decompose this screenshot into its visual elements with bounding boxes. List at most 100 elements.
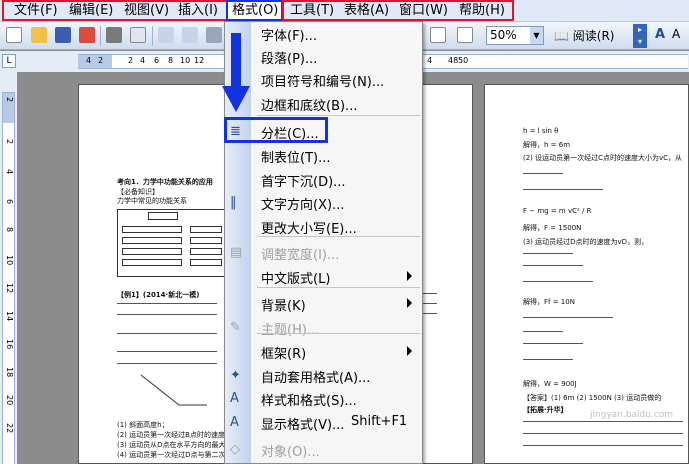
doc-question: (1) 斜面高度h； [117, 421, 169, 429]
chevron-down-icon[interactable]: ▼ [530, 27, 543, 44]
toolbar-separator [152, 26, 153, 46]
menu-item-7[interactable]: ‖ 文字方向(X)... [225, 191, 422, 214]
menu-item-label: 制表位(T)... [261, 151, 331, 166]
menu-item-17[interactable]: ◇ 对象(O)... [225, 438, 422, 461]
menu-item-12[interactable]: ✎ 主题(H)... [225, 316, 422, 339]
ruler-tick: 4 [86, 56, 92, 65]
menu-item-label: 自动套用格式(A)... [261, 371, 371, 386]
menu-item-11[interactable]: 背景(K) [225, 292, 422, 315]
menu-help[interactable]: 帮助(H) [456, 2, 508, 20]
menu-item-label: 边框和底纹(B)... [261, 99, 358, 114]
styles-icon[interactable]: A [655, 27, 665, 42]
submenu-arrow-icon [407, 271, 412, 281]
spelling-icon[interactable] [158, 27, 174, 43]
menu-item-15[interactable]: A 样式和格式(S)... [225, 387, 422, 410]
menu-item-label: 字体(F)... [261, 29, 318, 44]
vruler-tick: 14 [5, 311, 14, 322]
doc-diagram [117, 209, 227, 277]
autoformat-icon: ✦ [230, 368, 241, 383]
menu-item-label: 调整宽度(I)... [261, 248, 340, 263]
read-button[interactable]: 📖 阅读(R) [552, 26, 614, 46]
doc-text-line [117, 333, 217, 334]
print-preview-icon[interactable] [130, 27, 146, 43]
menu-format[interactable]: 格式(O) [229, 2, 281, 20]
doc-text-line [117, 303, 217, 304]
cut-icon[interactable] [206, 27, 222, 43]
save-icon[interactable] [55, 27, 71, 43]
ruler-tick: 4 [427, 56, 433, 65]
menu-file[interactable]: 文件(F) [11, 2, 61, 20]
vruler-tick: 18 [5, 367, 14, 378]
watermark: jingyan.baidu.com [590, 410, 674, 420]
doc-text-line [523, 421, 683, 422]
menu-item-9[interactable]: ▤ 调整宽度(I)... [225, 241, 422, 264]
ruler-tick: 50 [458, 56, 469, 65]
vertical-ruler[interactable]: 2 2 4 6 8 10 12 14 16 18 20 22 [0, 72, 17, 464]
doc-text-line [523, 189, 603, 190]
ruler-tick: 2 [98, 56, 104, 65]
print-icon[interactable] [106, 27, 122, 43]
doc-example: 【例1】(2014·新北一模) [117, 291, 200, 299]
toolbar-separator [100, 26, 101, 46]
ruler-tick: 6 [154, 56, 160, 65]
doc-text-line [523, 331, 563, 332]
doc-text-line [523, 359, 573, 360]
research-icon[interactable] [182, 27, 198, 43]
menu-edit[interactable]: 编辑(E) [66, 2, 116, 20]
tab-selector-icon[interactable]: L [2, 54, 16, 68]
menu-view[interactable]: 视图(V) [121, 2, 172, 20]
doc-text-line [523, 343, 583, 344]
new-document-icon[interactable] [6, 27, 22, 43]
menu-separator [257, 287, 420, 288]
menu-item-16[interactable]: A 显示格式(V)... Shift+F1 [225, 411, 422, 434]
toolbar-options-chevron-icon[interactable]: ▸ ▾ [633, 24, 647, 48]
menu-item-10[interactable]: 中文版式(L) [225, 265, 422, 288]
vruler-tick: 20 [5, 395, 14, 406]
open-folder-icon[interactable] [31, 27, 47, 43]
ruler-tick: 4 [140, 56, 146, 65]
font-color-icon[interactable]: A [672, 27, 680, 41]
menu-item-label: 对象(O)... [261, 445, 320, 460]
menu-item-2[interactable]: 项目符号和编号(N)... [225, 68, 422, 91]
doc-text-line [523, 265, 583, 266]
menu-item-0[interactable]: 字体(F)... [225, 22, 422, 45]
doc-text-line [117, 351, 217, 352]
menu-item-5[interactable]: 制表位(T)... [225, 144, 422, 167]
menu-window[interactable]: 窗口(W) [396, 2, 451, 20]
menu-item-14[interactable]: ✦ 自动套用格式(A)... [225, 364, 422, 387]
permission-icon[interactable] [79, 27, 95, 43]
doc-text-line [523, 173, 563, 174]
menu-item-label: 背景(K) [261, 299, 306, 314]
doc-text-line [117, 363, 217, 364]
menu-item-1[interactable]: 段落(P)... [225, 45, 422, 68]
styles-formatting-icon: A [230, 391, 239, 406]
menu-item-label: 更改大小写(E)... [261, 222, 357, 237]
doc-text-line [523, 445, 683, 446]
menu-item-13[interactable]: 框架(R) [225, 340, 422, 363]
menu-item-8[interactable]: 更改大小写(E)... [225, 215, 422, 238]
table-icon[interactable] [430, 27, 446, 43]
menu-item-label: 段落(P)... [261, 52, 318, 67]
read-label: 阅读(R) [572, 29, 615, 43]
document-page-right[interactable]: h = l sin θ 解得，h = 6m (2) 设运动员第一次经过C点时的速… [484, 84, 689, 464]
vruler-tick: 12 [5, 283, 14, 294]
menu-separator [257, 115, 420, 116]
menu-tools[interactable]: 工具(T) [287, 2, 337, 20]
adjust-width-icon: ▤ [230, 245, 243, 260]
vertical-ruler-body: 2 2 4 6 8 10 12 14 16 18 20 22 [2, 92, 15, 464]
menu-table[interactable]: 表格(A) [341, 2, 392, 20]
zoom-select[interactable]: 50% ▼ [486, 26, 544, 45]
vruler-tick: 8 [5, 227, 14, 233]
annotation-arrow-head [222, 86, 250, 112]
menu-insert[interactable]: 插入(I) [175, 2, 221, 20]
annotation-arrow-shaft [231, 33, 241, 87]
menu-item-label: 框架(R) [261, 347, 307, 362]
doc-formula: 解得，h = 6m [523, 141, 571, 149]
vruler-tick: 6 [5, 199, 14, 205]
menu-item-6[interactable]: 首字下沉(D)... [225, 168, 422, 191]
columns-icon[interactable] [457, 27, 473, 43]
menu-item-3[interactable]: 边框和底纹(B)... [225, 92, 422, 115]
doc-figure [140, 374, 207, 406]
book-icon: 📖 [554, 29, 569, 43]
doc-text-line [117, 314, 217, 315]
